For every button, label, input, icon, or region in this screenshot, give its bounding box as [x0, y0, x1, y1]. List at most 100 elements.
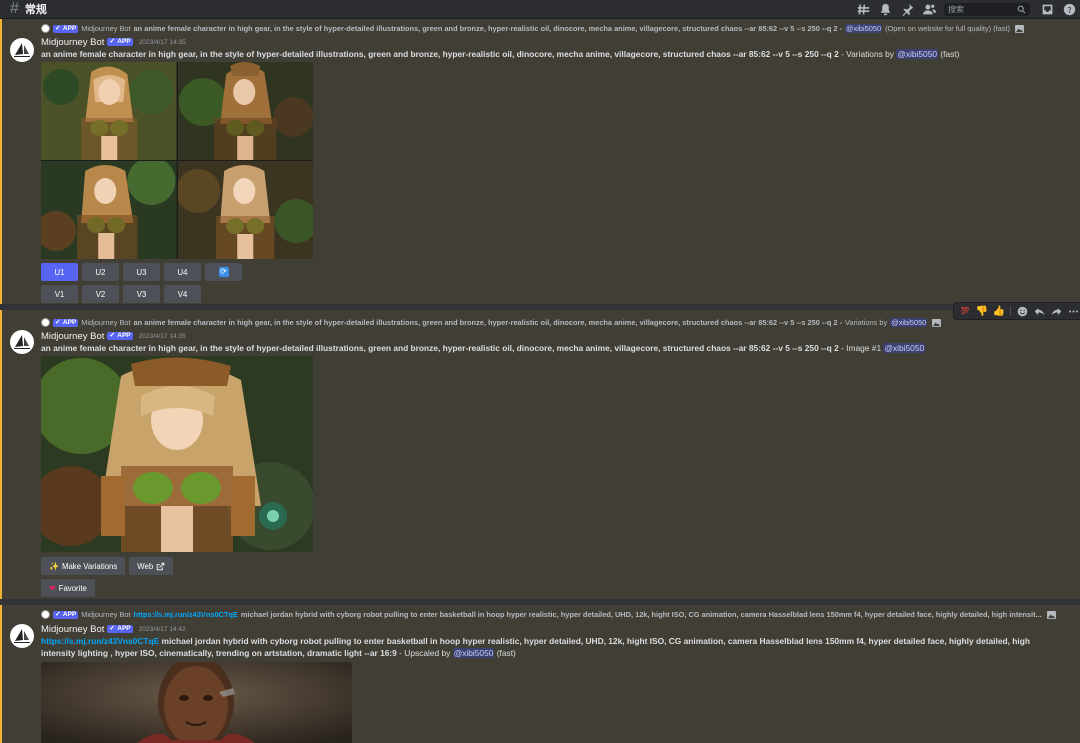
timestamp: 2023/4/17 14:35: [138, 38, 186, 46]
prompt-suffix: - Upscaled by: [399, 648, 451, 658]
prompt-text: an anime female character in high gear, …: [41, 343, 839, 353]
header-toolbar: 搜索 ?: [852, 0, 1080, 18]
reply-avatar: [41, 318, 50, 327]
timestamp: 2023/4/17 14:42: [138, 625, 186, 633]
user-mention[interactable]: @xibi5050: [883, 343, 926, 353]
refresh-icon: ⟳: [218, 267, 229, 277]
reply-mention[interactable]: @xibi5050: [890, 318, 928, 327]
inbox-icon[interactable]: [1040, 2, 1054, 16]
grid-image-4[interactable]: [177, 161, 313, 259]
notification-bell-icon[interactable]: [878, 2, 892, 16]
message-divider: [0, 304, 1080, 310]
pin-icon[interactable]: [900, 2, 914, 16]
web-button[interactable]: Web: [129, 557, 174, 575]
reaction-thumbs-down-emoji[interactable]: 👎: [974, 304, 990, 318]
message-header: Midjourney Bot ✓ APP 2023/4/17 14:42: [41, 623, 186, 635]
message-hover-toolbar: 💯 👎 👍: [953, 302, 1080, 320]
reply-avatar: [41, 24, 50, 33]
grid-image-1[interactable]: [41, 62, 177, 160]
author-name[interactable]: Midjourney Bot: [41, 331, 104, 342]
reply-icon[interactable]: [1031, 304, 1047, 318]
prompt-suffix: - Variations by: [841, 49, 894, 59]
reply-author: Midjourney Bot: [81, 610, 131, 619]
upscaled-image[interactable]: [41, 356, 313, 552]
bot-avatar[interactable]: [10, 624, 34, 648]
reply-reference[interactable]: ✓ APP Midjourney Bot https://s.mj.run/z43…: [41, 609, 1056, 620]
image-icon: [932, 318, 942, 327]
image-icon: [1046, 610, 1056, 619]
channel-hash-icon: #: [10, 0, 19, 17]
image-icon: [1015, 24, 1024, 33]
grid-image-3[interactable]: [41, 161, 177, 259]
reply-author: Midjourney Bot: [81, 24, 131, 33]
prompt-text: michael jordan hybrid with cyborg robot …: [41, 636, 1030, 658]
message-content: an anime female character in high gear, …: [41, 342, 1041, 354]
author-name[interactable]: Midjourney Bot: [41, 624, 104, 635]
threads-icon[interactable]: [856, 2, 870, 16]
sparkle-icon: ✨: [49, 561, 59, 571]
upscale-button-u3[interactable]: U3: [123, 263, 160, 281]
image-grid[interactable]: [41, 62, 313, 259]
reply-text: michael jordan hybrid with cyborg robot …: [240, 610, 1042, 619]
reply-reference[interactable]: ✓ APP Midjourney Bot an anime female char…: [41, 23, 1024, 34]
toolbar-separator: [1010, 306, 1011, 316]
upscale-button-u1[interactable]: U1: [41, 263, 78, 281]
more-icon[interactable]: [1065, 304, 1080, 318]
reply-text: an anime female character in high gear, …: [133, 24, 843, 33]
bot-avatar[interactable]: [10, 38, 34, 62]
app-badge: ✓ APP: [107, 38, 133, 46]
variation-button-v3[interactable]: V3: [123, 285, 160, 303]
bot-avatar[interactable]: [10, 330, 34, 354]
prompt-text: an anime female character in high gear, …: [41, 49, 839, 59]
favorite-button[interactable]: ❤ Favorite: [41, 579, 95, 597]
message-content: https://s.mj.run/z43Vns0CTqE michael jor…: [41, 635, 1051, 659]
help-icon[interactable]: ?: [1062, 2, 1076, 16]
favorite-row: ❤ Favorite: [41, 579, 95, 597]
message-content: an anime female character in high gear, …: [41, 48, 1041, 60]
variation-row: V1 V2 V3 V4: [41, 285, 201, 303]
prompt-suffix: - Image #1: [841, 343, 882, 353]
upscale-button-u4[interactable]: U4: [164, 263, 201, 281]
action-row: ✨ Make Variations Web: [41, 557, 174, 575]
speed-tag: (fast): [496, 648, 516, 658]
add-reaction-icon[interactable]: [1014, 304, 1030, 318]
prompt-link[interactable]: https://s.mj.run/z43Vns0CTqE: [41, 636, 159, 646]
search-icon: [1017, 5, 1026, 14]
app-badge: ✓ APP: [53, 24, 79, 33]
user-mention[interactable]: @xibi5050: [452, 648, 495, 658]
variation-button-v2[interactable]: V2: [82, 285, 119, 303]
user-mention[interactable]: @xibi5050: [896, 49, 939, 59]
message-header: Midjourney Bot ✓ APP 2023/4/17 14:35: [41, 330, 186, 342]
variation-button-v1[interactable]: V1: [41, 285, 78, 303]
member-list-icon[interactable]: [922, 2, 936, 16]
reply-author: Midjourney Bot: [81, 318, 131, 327]
reaction-thumbs-up-emoji[interactable]: 👍: [991, 304, 1007, 318]
svg-text:?: ?: [1067, 4, 1071, 14]
grid-image-2[interactable]: [177, 62, 313, 160]
app-badge: ✓ APP: [107, 332, 133, 340]
upscaled-image[interactable]: [41, 662, 352, 743]
channel-header: # 常规 搜索 ?: [0, 0, 1080, 19]
reroll-button[interactable]: ⟳: [205, 263, 242, 281]
reply-suffix: (Open on website for full quality) (fast…: [885, 24, 1010, 33]
app-badge: ✓ APP: [107, 625, 133, 633]
author-name[interactable]: Midjourney Bot: [41, 37, 104, 48]
heart-icon: ❤: [49, 583, 56, 593]
reaction-100-emoji[interactable]: 💯: [957, 304, 973, 318]
reply-reference[interactable]: ✓ APP Midjourney Bot an anime female char…: [41, 317, 942, 328]
upscale-row: U1 U2 U3 U4 ⟳: [41, 263, 242, 281]
reply-mention[interactable]: @xibi5050: [845, 24, 883, 33]
make-variations-button[interactable]: ✨ Make Variations: [41, 557, 126, 575]
forward-icon[interactable]: [1048, 304, 1064, 318]
channel-name: 常规: [24, 4, 47, 16]
variation-button-v4[interactable]: V4: [164, 285, 201, 303]
reply-suffix: Variations by: [845, 318, 888, 327]
external-link-icon: [156, 562, 165, 570]
reply-link[interactable]: https://s.mj.run/z43Vns0CTqE: [134, 610, 238, 619]
search-input[interactable]: 搜索: [944, 2, 1030, 16]
timestamp: 2023/4/17 14:35: [138, 332, 186, 340]
app-badge: ✓ APP: [53, 610, 79, 619]
message-header: Midjourney Bot ✓ APP 2023/4/17 14:35: [41, 36, 186, 48]
upscale-button-u2[interactable]: U2: [82, 263, 119, 281]
message-divider: [0, 599, 1080, 605]
